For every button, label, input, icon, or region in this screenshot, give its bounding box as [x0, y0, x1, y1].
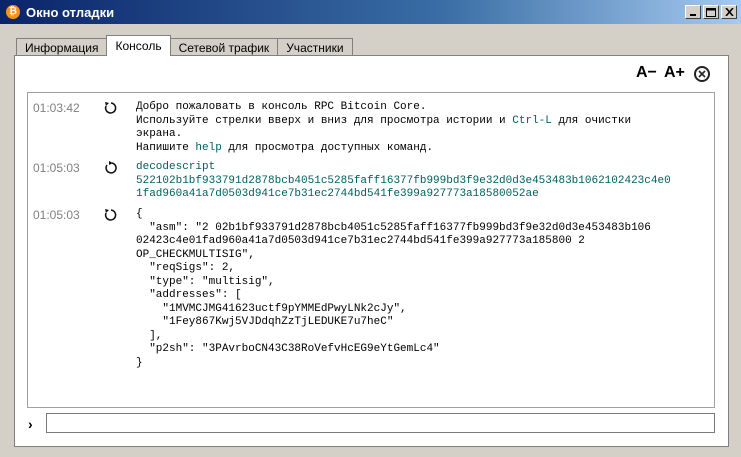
message-timestamp: 01:05:03	[33, 208, 80, 222]
message-body: { "asm": "2 02b1bf933791d2878bcb4051c528…	[136, 208, 651, 370]
shortcut-text: Ctrl-L	[512, 114, 552, 127]
tab-information[interactable]: Информация	[16, 38, 108, 56]
message-line: "addresses": [	[136, 289, 242, 301]
message-line: 1fad960a41a7d0503d941ce7b31ec2744bd541fe…	[136, 188, 539, 200]
window-title: Окно отладки	[26, 4, 115, 20]
message-line: 02423c4e01fad960a41a7d0503d941ce7b31ec27…	[136, 235, 585, 247]
tab-bar: Информация Консоль Сетевой трафик Участн…	[16, 35, 353, 56]
message-line: ],	[136, 329, 163, 342]
font-smaller-button[interactable]: A−	[636, 64, 657, 82]
message-line: "p2sh": "3PAvrboCN43C38RoVefvHcEG9eYtGem…	[136, 343, 440, 355]
help-command-text: help	[195, 141, 222, 154]
close-icon	[724, 8, 734, 16]
prompt-icon: ›	[28, 416, 33, 432]
message-line: экрана.	[136, 128, 183, 140]
message-line: "asm": "2 02b1bf933791d2878bcb4051c5285f…	[136, 221, 651, 234]
message-line: "reqSigs": 2,	[136, 262, 236, 274]
message-line: Добро пожаловать в консоль RPC Bitcoin C…	[136, 101, 427, 113]
reply-icon	[104, 102, 117, 114]
tab-label: Консоль	[115, 39, 162, 53]
message-timestamp: 01:03:42	[33, 101, 80, 115]
message-line: "type": "multisig",	[136, 275, 275, 288]
message-line: {	[136, 208, 143, 220]
minimize-icon	[690, 14, 696, 16]
maximize-button[interactable]	[703, 5, 719, 19]
command-icon	[105, 161, 117, 174]
message-line: }	[136, 356, 143, 369]
tab-label: Участники	[286, 40, 344, 55]
message-line: "1MVMCJMG41623uctf9pYMMEdPwyLNk2cJy",	[136, 302, 407, 315]
maximize-icon	[706, 7, 716, 17]
clear-console-button[interactable]	[694, 66, 710, 82]
console-input[interactable]	[46, 413, 715, 433]
message-line: decodescript	[136, 161, 216, 173]
font-bigger-button[interactable]: A+	[664, 64, 685, 82]
message-line: Используйте стрелки вверх и вниз для про…	[136, 114, 632, 127]
title-bar: ₿ Окно отладки	[0, 0, 741, 24]
message-body: Добро пожаловать в консоль RPC Bitcoin C…	[136, 101, 631, 155]
minimize-button[interactable]	[685, 5, 701, 19]
message-line: "1Fey867Kwj5VJDdqhZzTjLEDUKE7u7heC"	[136, 316, 394, 328]
bitcoin-icon: ₿	[6, 5, 20, 19]
tab-peers[interactable]: Участники	[277, 38, 353, 56]
message-line: Напишите help для просмотра доступных ко…	[136, 141, 434, 154]
tab-label: Информация	[25, 40, 99, 55]
tab-network-traffic[interactable]: Сетевой трафик	[169, 38, 279, 56]
close-button[interactable]	[721, 5, 737, 19]
tab-console[interactable]: Консоль	[106, 35, 171, 56]
message-line: 522102b1bf933791d2878bcb4051c5285faff163…	[136, 174, 671, 187]
window-controls	[683, 5, 737, 19]
console-output[interactable]: 01:03:42 Добро пожаловать в консоль RPC …	[27, 92, 715, 408]
clear-icon	[698, 70, 706, 78]
message-line: OP_CHECKMULTISIG",	[136, 248, 255, 261]
message-body: decodescript 522102b1bf933791d2878bcb405…	[136, 161, 671, 202]
tab-label: Сетевой трафик	[178, 40, 270, 55]
message-timestamp: 01:05:03	[33, 161, 80, 175]
reply-icon	[104, 209, 117, 221]
